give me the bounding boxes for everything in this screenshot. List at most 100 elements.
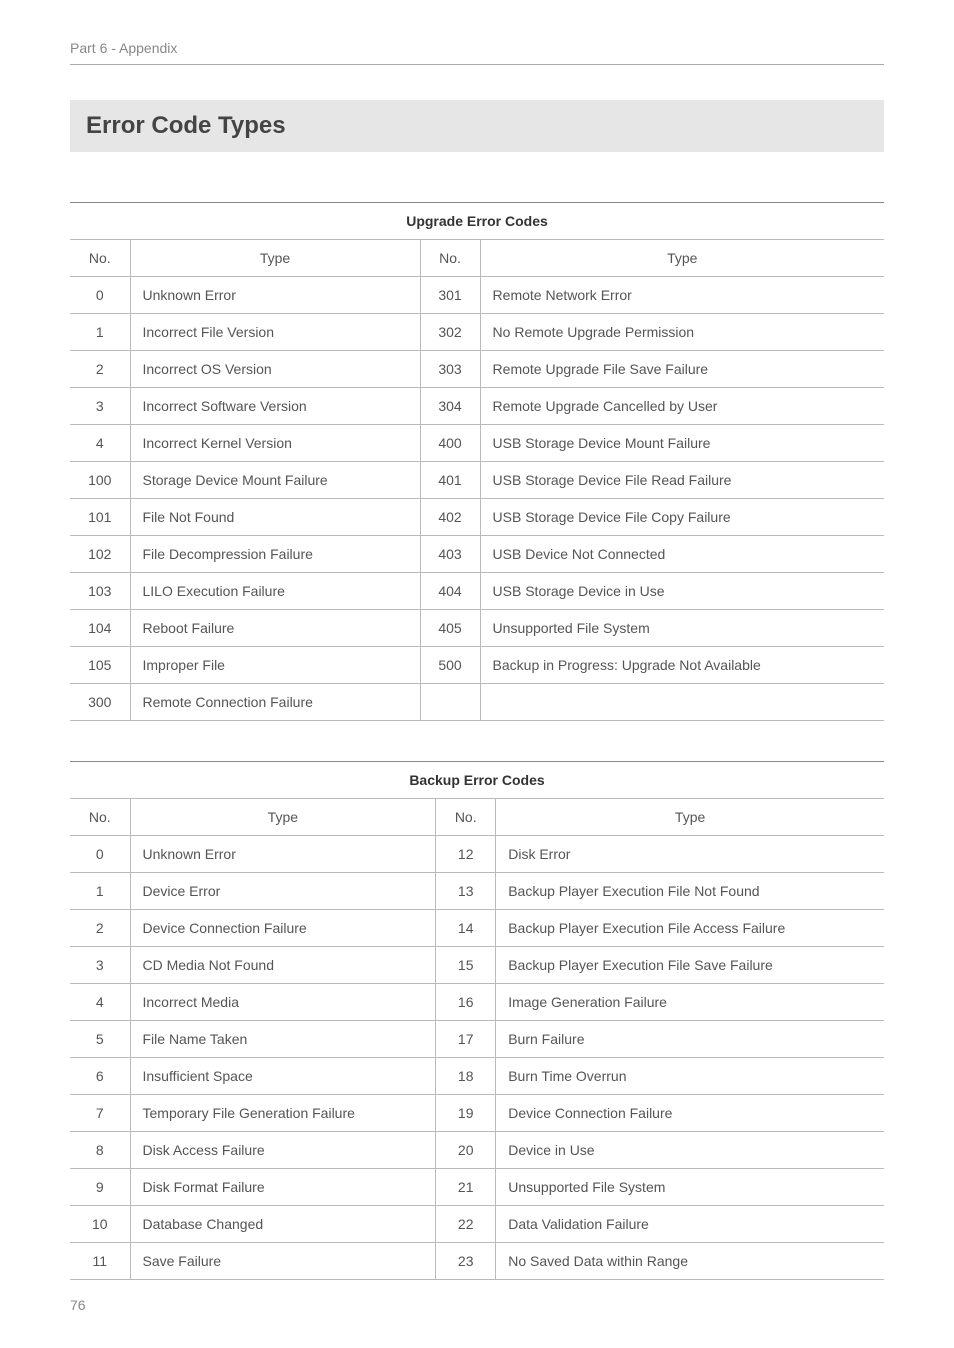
cell-type: USB Storage Device in Use	[480, 573, 884, 610]
cell-type: Database Changed	[130, 1206, 436, 1243]
table-row: 0Unknown Error301Remote Network Error	[70, 277, 884, 314]
table-row: 101File Not Found402USB Storage Device F…	[70, 499, 884, 536]
table-row: 100Storage Device Mount Failure401USB St…	[70, 462, 884, 499]
cell-no: 2	[70, 910, 130, 947]
cell-no: 17	[436, 1021, 496, 1058]
cell-no: 4	[70, 984, 130, 1021]
col-header-type: Type	[496, 799, 884, 836]
cell-type: Unsupported File System	[496, 1169, 884, 1206]
cell-type: Incorrect File Version	[130, 314, 420, 351]
table-title: Backup Error Codes	[70, 762, 884, 799]
cell-no: 8	[70, 1132, 130, 1169]
col-header-no: No.	[70, 799, 130, 836]
cell-type: Incorrect Media	[130, 984, 436, 1021]
cell-no: 400	[420, 425, 480, 462]
cell-no: 100	[70, 462, 130, 499]
cell-type: File Decompression Failure	[130, 536, 420, 573]
page-header: Part 6 - Appendix	[70, 40, 884, 56]
table-row: 2Incorrect OS Version303Remote Upgrade F…	[70, 351, 884, 388]
table-title: Upgrade Error Codes	[70, 203, 884, 240]
cell-type: Device Error	[130, 873, 436, 910]
cell-type: USB Storage Device File Read Failure	[480, 462, 884, 499]
cell-type: Remote Upgrade Cancelled by User	[480, 388, 884, 425]
cell-no: 6	[70, 1058, 130, 1095]
cell-no: 401	[420, 462, 480, 499]
cell-type: Unknown Error	[130, 836, 436, 873]
cell-type: CD Media Not Found	[130, 947, 436, 984]
cell-no: 20	[436, 1132, 496, 1169]
cell-no: 9	[70, 1169, 130, 1206]
col-header-type: Type	[130, 240, 420, 277]
cell-type: Storage Device Mount Failure	[130, 462, 420, 499]
cell-type: Save Failure	[130, 1243, 436, 1280]
cell-type: Disk Format Failure	[130, 1169, 436, 1206]
cell-type: Remote Upgrade File Save Failure	[480, 351, 884, 388]
table-row: 9Disk Format Failure21Unsupported File S…	[70, 1169, 884, 1206]
col-header-type: Type	[130, 799, 436, 836]
cell-no: 2	[70, 351, 130, 388]
cell-type: Burn Time Overrun	[496, 1058, 884, 1095]
cell-no: 102	[70, 536, 130, 573]
cell-type: Disk Access Failure	[130, 1132, 436, 1169]
cell-no: 3	[70, 388, 130, 425]
cell-type: Insufficient Space	[130, 1058, 436, 1095]
table-row: 300Remote Connection Failure	[70, 684, 884, 721]
cell-no: 19	[436, 1095, 496, 1132]
cell-no: 403	[420, 536, 480, 573]
cell-type: LILO Execution Failure	[130, 573, 420, 610]
cell-type: Backup Player Execution File Not Found	[496, 873, 884, 910]
table-row: 11Save Failure23No Saved Data within Ran…	[70, 1243, 884, 1280]
cell-type: Device Connection Failure	[496, 1095, 884, 1132]
table-row: 5File Name Taken17Burn Failure	[70, 1021, 884, 1058]
cell-no: 300	[70, 684, 130, 721]
cell-no: 14	[436, 910, 496, 947]
cell-type: Incorrect Kernel Version	[130, 425, 420, 462]
table-title-row: Upgrade Error Codes	[70, 203, 884, 240]
table-title-row: Backup Error Codes	[70, 762, 884, 799]
table-row: 1Incorrect File Version302No Remote Upgr…	[70, 314, 884, 351]
cell-type: Incorrect Software Version	[130, 388, 420, 425]
cell-no: 301	[420, 277, 480, 314]
cell-no: 5	[70, 1021, 130, 1058]
cell-no: 18	[436, 1058, 496, 1095]
table-row: 4Incorrect Kernel Version400USB Storage …	[70, 425, 884, 462]
cell-no: 15	[436, 947, 496, 984]
cell-type: File Not Found	[130, 499, 420, 536]
cell-no: 104	[70, 610, 130, 647]
cell-no: 21	[436, 1169, 496, 1206]
col-header-type: Type	[480, 240, 884, 277]
cell-no: 12	[436, 836, 496, 873]
table-row: 6Insufficient Space18Burn Time Overrun	[70, 1058, 884, 1095]
cell-no: 10	[70, 1206, 130, 1243]
cell-type: USB Device Not Connected	[480, 536, 884, 573]
table-row: 7Temporary File Generation Failure19Devi…	[70, 1095, 884, 1132]
cell-type: Device in Use	[496, 1132, 884, 1169]
cell-type: Image Generation Failure	[496, 984, 884, 1021]
cell-no: 404	[420, 573, 480, 610]
cell-no: 405	[420, 610, 480, 647]
table-row: 1Device Error13Backup Player Execution F…	[70, 873, 884, 910]
cell-type: USB Storage Device Mount Failure	[480, 425, 884, 462]
cell-no: 1	[70, 873, 130, 910]
cell-no: 11	[70, 1243, 130, 1280]
cell-type: Disk Error	[496, 836, 884, 873]
col-header-no: No.	[436, 799, 496, 836]
table-header-row: No. Type No. Type	[70, 240, 884, 277]
cell-no: 13	[436, 873, 496, 910]
cell-type: Unsupported File System	[480, 610, 884, 647]
cell-no: 7	[70, 1095, 130, 1132]
cell-type: Data Validation Failure	[496, 1206, 884, 1243]
cell-no: 16	[436, 984, 496, 1021]
cell-no: 105	[70, 647, 130, 684]
cell-no: 1	[70, 314, 130, 351]
table-row: 2Device Connection Failure14Backup Playe…	[70, 910, 884, 947]
cell-type: Unknown Error	[130, 277, 420, 314]
table-row: 105Improper File500Backup in Progress: U…	[70, 647, 884, 684]
cell-type: Burn Failure	[496, 1021, 884, 1058]
upgrade-error-codes-table: Upgrade Error Codes No. Type No. Type 0U…	[70, 202, 884, 721]
table-header-row: No. Type No. Type	[70, 799, 884, 836]
header-rule	[70, 64, 884, 65]
cell-type: Temporary File Generation Failure	[130, 1095, 436, 1132]
cell-no: 304	[420, 388, 480, 425]
cell-type: Backup Player Execution File Access Fail…	[496, 910, 884, 947]
